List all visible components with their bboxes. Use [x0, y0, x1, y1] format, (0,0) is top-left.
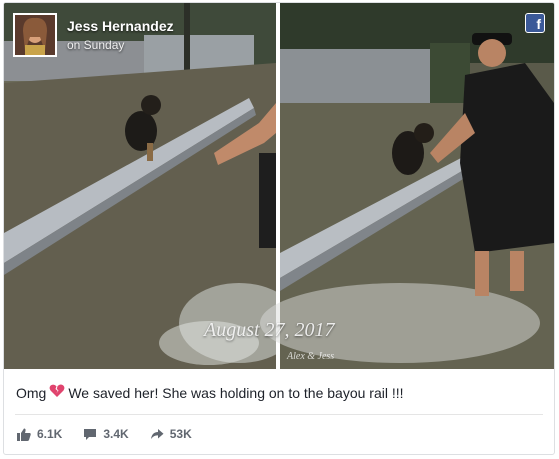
left-photo-panel — [4, 3, 299, 369]
facebook-badge-letter: f — [536, 16, 541, 32]
post-time[interactable]: on Sunday — [67, 38, 174, 52]
signature-watermark: Alex & Jess — [287, 351, 335, 362]
facebook-icon: f — [525, 13, 545, 33]
engagement-stats: 6.1K 3.4K 53K — [17, 427, 213, 441]
comment-icon — [84, 428, 97, 440]
photo-illustration — [4, 3, 554, 369]
author-block: Jess Hernandez on Sunday — [67, 18, 174, 52]
likes-stat[interactable]: 6.1K — [17, 427, 62, 441]
likes-count: 6.1K — [37, 427, 63, 441]
shares-stat[interactable]: 53K — [150, 427, 192, 441]
post-caption: Omg We saved her! She was holding on to … — [16, 384, 404, 401]
shares-count: 53K — [169, 427, 192, 441]
facebook-post-card: Jess Hernandez on Sunday f August 27, 20… — [3, 2, 555, 455]
author-name[interactable]: Jess Hernandez — [67, 18, 174, 34]
broken-heart-icon — [49, 384, 65, 401]
divider — [15, 414, 543, 415]
right-photo-panel — [260, 3, 554, 369]
date-watermark: August 27, 2017 — [204, 319, 335, 341]
avatar[interactable] — [13, 13, 57, 57]
comments-count: 3.4K — [103, 427, 129, 441]
caption-text-start: Omg — [16, 384, 47, 401]
post-photo[interactable]: Jess Hernandez on Sunday f August 27, 20… — [4, 3, 554, 369]
share-arrow-icon — [150, 429, 164, 439]
comments-stat[interactable]: 3.4K — [83, 427, 129, 441]
caption-text-end: We saved her! She was holding on to the … — [68, 384, 404, 401]
post-header: Jess Hernandez on Sunday — [13, 13, 174, 57]
thumbs-up-icon — [17, 428, 31, 441]
